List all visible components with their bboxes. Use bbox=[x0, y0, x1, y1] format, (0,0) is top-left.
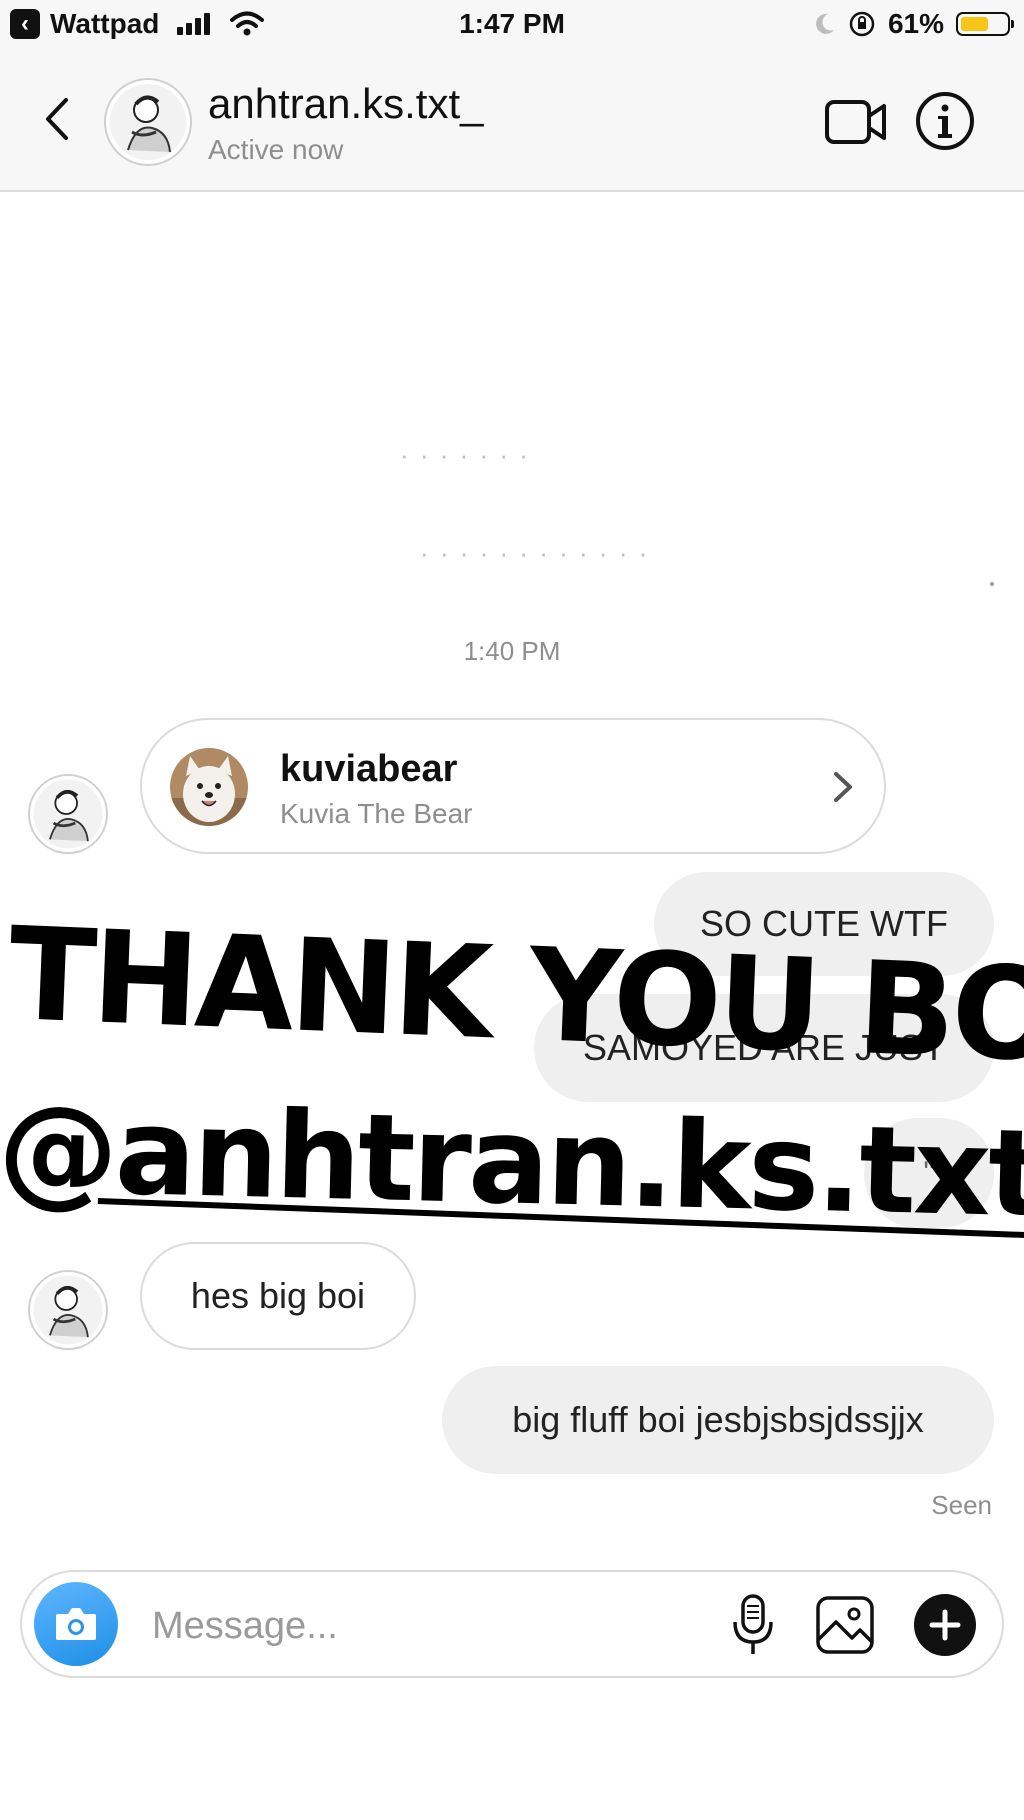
info-icon[interactable] bbox=[914, 90, 976, 152]
avatar-illustration-icon bbox=[33, 779, 103, 849]
microphone-icon[interactable] bbox=[728, 1592, 778, 1658]
camera-button[interactable] bbox=[34, 1582, 118, 1666]
message-input[interactable] bbox=[150, 1596, 714, 1656]
avatar-illustration-icon bbox=[33, 1275, 103, 1345]
battery-percent: 61% bbox=[887, 8, 944, 39]
gallery-icon[interactable] bbox=[814, 1594, 876, 1656]
active-status: Active now bbox=[208, 134, 344, 165]
moon-icon bbox=[816, 13, 834, 34]
samoyed-dog-icon bbox=[170, 748, 248, 826]
status-bar-right: 61% bbox=[814, 8, 1014, 40]
orientation-lock-icon bbox=[849, 11, 875, 37]
faded-text-remnant: · · · · · · · · · · · · bbox=[420, 538, 650, 568]
battery-icon bbox=[956, 12, 1014, 36]
avatar[interactable] bbox=[104, 78, 192, 166]
message-composer bbox=[20, 1570, 1004, 1678]
chat-header: anhtran.ks.txt_ Active now bbox=[0, 52, 1024, 192]
shared-profile-fullname: Kuvia The Bear bbox=[280, 798, 473, 829]
avatar-illustration-icon bbox=[110, 84, 186, 160]
battery-fill bbox=[961, 17, 988, 31]
chat-username[interactable]: anhtran.ks.txt_ bbox=[208, 80, 483, 128]
message-bubble-sent[interactable]: big fluff boi jesbjsbsjdssjjx bbox=[442, 1366, 994, 1474]
overlay-mention-text: @anhtran.ks.txt_ bbox=[0, 1080, 1024, 1246]
status-bar: ‹ Wattpad 1:47 PM 61% bbox=[0, 0, 1024, 52]
seen-receipt: Seen bbox=[931, 1490, 992, 1520]
faded-dot bbox=[990, 582, 994, 586]
chevron-right-icon bbox=[834, 772, 852, 802]
shared-profile-card[interactable]: kuviabear Kuvia The Bear bbox=[140, 718, 886, 854]
message-bubble-received[interactable]: hes big boi bbox=[140, 1242, 416, 1350]
video-call-icon[interactable] bbox=[824, 94, 888, 150]
shared-profile-avatar bbox=[170, 748, 248, 826]
more-options-button[interactable] bbox=[914, 1594, 976, 1656]
avatar[interactable] bbox=[28, 1270, 108, 1350]
message-timestamp: 1:40 PM bbox=[463, 636, 561, 666]
back-chevron-icon[interactable] bbox=[38, 94, 78, 144]
faded-text-remnant: · · · · · · · bbox=[400, 440, 530, 470]
camera-icon bbox=[56, 1608, 96, 1640]
plus-icon bbox=[929, 1609, 961, 1641]
shared-profile-username: kuviabear bbox=[280, 748, 458, 790]
avatar[interactable] bbox=[28, 774, 108, 854]
